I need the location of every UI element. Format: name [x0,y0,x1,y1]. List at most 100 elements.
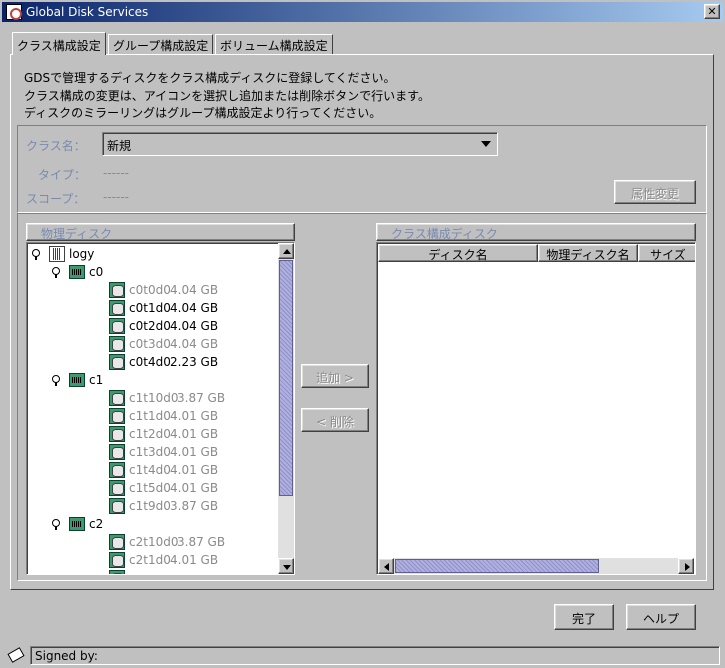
add-button[interactable]: 追加 > [301,364,369,388]
disk-icon [109,534,125,550]
disk-icon [109,570,125,574]
chevron-down-icon [481,141,491,147]
description-line-2: クラス構成の変更は、アイコンを選択し追加または削除ボタンで行います。 [24,89,430,103]
disk-size: 4.04 GB [170,283,219,297]
tree-expand-icon[interactable] [51,267,61,278]
scroll-up-button[interactable] [278,243,294,259]
class-disk-table[interactable]: ディスク名 物理ディスク名 サイズ [376,242,696,575]
attribute-change-button[interactable]: 属性変更 [614,180,696,204]
disk-icon [109,444,125,460]
disk-size: 4.01 GB [170,553,219,567]
tree-scroll-thumb[interactable] [279,260,293,496]
disk-size: 4.01 GB [170,409,219,423]
disk-size: 4.01 GB [170,463,219,477]
class-name-label: クラス名： [26,139,86,153]
window-title: Global Disk Services [26,5,149,19]
disk-size: 4.01 GB [170,445,219,459]
controller-icon [69,517,85,531]
status-bar: Signed by: [4,646,722,666]
disk-icon [109,390,125,406]
column-disk-name[interactable]: ディスク名 [378,244,538,262]
tree-node-label: logy [69,247,95,261]
tree-host-node[interactable]: logy [27,245,277,263]
controller-icon [69,373,85,387]
close-button[interactable]: ✕ [704,4,720,19]
disk-size: 3.87 GB [177,391,226,405]
class-name-value: 新規 [107,139,132,153]
physical-disk-tree[interactable]: logy c0 c0t0d0 4.04 GB c0t1d0 4.04 GB c0t2d0 4.… [26,242,295,575]
tree-node-label: c0 [89,265,104,279]
tree-disk-node[interactable]: c0t3d0 4.04 GB [27,335,277,353]
scroll-down-button[interactable] [278,558,294,574]
description-line-3: ディスクのミラーリングはグループ構成設定より行ってください。 [24,106,382,120]
class-table-scroll-thumb[interactable] [395,559,599,573]
tree-disk-node[interactable]: c0t1d0 4.04 GB [27,299,277,317]
tree-expand-icon[interactable] [31,249,41,260]
disk-icon [109,300,125,316]
tab-volume-config[interactable]: ボリューム構成設定 [215,34,333,54]
tree-controller-node[interactable]: c0 [27,263,277,281]
disk-icon [109,408,125,424]
disk-icon [109,336,125,352]
tree-disk-node[interactable]: c2t10d0 3.87 GB [27,533,277,551]
title-bar: Global Disk Services ✕ [2,2,723,22]
help-button[interactable]: ヘルプ [626,604,696,630]
disk-size: 4.01 GB [170,427,219,441]
remove-button[interactable]: < 削除 [301,408,369,432]
tree-disk-node[interactable]: c1t3d0 4.01 GB [27,443,277,461]
tree-disk-node[interactable]: c1t1d0 4.01 GB [27,407,277,425]
tab-group-config[interactable]: グループ構成設定 [108,34,214,54]
status-text: Signed by: [30,646,720,665]
key-icon [6,647,26,663]
disk-icon [109,282,125,298]
tree-disk-node[interactable]: c1t5d0 4.01 GB [27,479,277,497]
tree-node-label: c1t10d0 [129,391,179,405]
tree-node-label: c0t4d0 [129,355,171,369]
app-icon [6,4,22,20]
disk-icon [109,354,125,370]
disk-size: 4.04 GB [170,319,219,333]
tree-disk-node[interactable] [27,569,277,574]
tree-expand-icon[interactable] [51,519,61,530]
arrow-right-icon [685,563,690,571]
tree-node-label: c1t3d0 [129,445,171,459]
tree-node-label: c1 [89,373,104,387]
tree-disk-node[interactable]: c0t4d0 2.23 GB [27,353,277,371]
description-line-1: GDSで管理するディスクをクラス構成ディスクに登録してください。 [24,71,396,85]
host-icon [49,246,65,262]
scroll-right-button[interactable] [678,558,694,574]
tree-node-label: c1t2d0 [129,427,171,441]
tree-node-label: c1t1d0 [129,409,171,423]
tree-node-label: c1t9d0 [129,499,171,513]
scroll-left-button[interactable] [378,558,394,574]
tree-node-label: c2t1d0 [129,553,171,567]
tab-class-config[interactable]: クラス構成設定 [12,32,106,55]
tree-disk-node[interactable]: c1t2d0 4.01 GB [27,425,277,443]
disk-size: 3.87 GB [177,535,226,549]
disk-size: 2.23 GB [170,355,219,369]
disk-icon [109,426,125,442]
disk-icon [109,462,125,478]
tree-disk-node[interactable]: c1t4d0 4.01 GB [27,461,277,479]
disk-icon [109,318,125,334]
tree-disk-node[interactable]: c1t10d0 3.87 GB [27,389,277,407]
scope-label: スコープ： [26,192,86,206]
scope-value: ------ [103,190,129,204]
tree-disk-node[interactable]: c0t2d0 4.04 GB [27,317,277,335]
tree-disk-node[interactable]: c0t0d0 4.04 GB [27,281,277,299]
column-physical-disk-name[interactable]: 物理ディスク名 [538,244,638,262]
finish-button[interactable]: 完了 [554,604,614,630]
class-table-horizontal-scrollbar[interactable] [378,558,694,574]
tree-disk-node[interactable]: c1t9d0 3.87 GB [27,497,277,515]
column-size[interactable]: サイズ [638,244,695,262]
tree-expand-icon[interactable] [51,375,61,386]
arrow-up-icon [283,249,291,254]
tree-vertical-scrollbar[interactable] [278,243,294,574]
tree-disk-node[interactable]: c2t1d0 4.01 GB [27,551,277,569]
tree-controller-node[interactable]: c1 [27,371,277,389]
disk-icon [109,498,125,514]
tree-node-label: c0t2d0 [129,319,171,333]
tree-controller-node[interactable]: c2 [27,515,277,533]
tree-node-label: c2t10d0 [129,535,179,549]
class-name-select[interactable]: 新規 [102,132,498,156]
